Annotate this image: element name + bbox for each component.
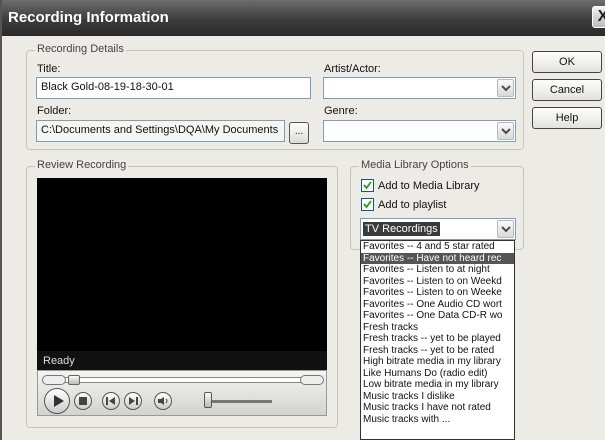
play-icon: [54, 395, 64, 407]
mute-button[interactable]: [154, 392, 172, 410]
previous-button[interactable]: [102, 392, 120, 410]
add-to-playlist-label[interactable]: Add to playlist: [378, 199, 446, 211]
playlist-dropdown-list[interactable]: Favorites -- 4 and 5 star rated Favorites…: [360, 240, 515, 440]
playlist-option[interactable]: Music tracks with ...: [361, 414, 514, 426]
player-status-bar: [37, 351, 327, 370]
next-button[interactable]: [124, 392, 142, 410]
playlist-option[interactable]: High bitrate media in my library: [361, 356, 514, 368]
speaker-icon: [158, 397, 168, 405]
help-button[interactable]: Help: [532, 107, 602, 129]
add-to-playlist-checkbox[interactable]: [361, 198, 374, 211]
seek-bar[interactable]: [44, 377, 320, 383]
playlist-dropdown-arrow[interactable]: [497, 220, 514, 238]
playlist-option[interactable]: Favorites -- Listen to on Weeke: [361, 287, 514, 299]
recording-information-dialog: Recording Information X Recording Detail…: [0, 0, 605, 440]
folder-input[interactable]: C:\Documents and Settings\DQA\My Documen…: [36, 120, 285, 142]
playlist-option[interactable]: Fresh tracks -- yet to be rated: [361, 345, 514, 357]
seek-thumb[interactable]: [68, 375, 80, 385]
playlist-option[interactable]: Music tracks I have not rated: [361, 402, 514, 414]
playlist-option[interactable]: Music tracks I dislike: [361, 391, 514, 403]
window-title: Recording Information: [8, 9, 169, 26]
ok-button[interactable]: OK: [532, 51, 602, 73]
playlist-option[interactable]: Fresh tracks: [361, 322, 514, 334]
cancel-button[interactable]: Cancel: [532, 79, 602, 101]
previous-icon: [106, 397, 115, 405]
title-input[interactable]: Black Gold-08-19-18-30-01: [36, 77, 311, 99]
checkmark-icon: [363, 200, 372, 209]
close-button[interactable]: X: [592, 6, 605, 28]
genre-combo[interactable]: [323, 120, 516, 142]
player-controls: [37, 370, 327, 416]
volume-thumb[interactable]: [204, 392, 212, 408]
playlist-option[interactable]: Favorites -- Listen to at night: [361, 264, 514, 276]
add-to-media-library-checkbox[interactable]: [361, 179, 374, 192]
chevron-down-icon: [501, 85, 511, 92]
playlist-option[interactable]: Favorites -- Have not heard rec: [361, 252, 514, 264]
play-button[interactable]: [44, 388, 70, 414]
playlist-option[interactable]: Favorites -- Listen to on Weekd: [361, 276, 514, 288]
artist-dropdown-arrow[interactable]: [497, 79, 514, 97]
playlist-option[interactable]: Favorites -- 4 and 5 star rated: [361, 241, 514, 253]
playlist-selected-value: TV Recordings: [363, 222, 440, 236]
add-to-media-library-label[interactable]: Add to Media Library: [378, 180, 480, 192]
playlist-option[interactable]: Favorites -- One Audio CD wort: [361, 299, 514, 311]
playlist-option[interactable]: Favorites -- One Data CD-R wo: [361, 310, 514, 322]
title-bar[interactable]: Recording Information X: [2, 0, 605, 36]
artist-label: Artist/Actor:: [324, 63, 381, 75]
playlist-combo[interactable]: TV Recordings: [360, 218, 516, 240]
stop-icon: [79, 397, 87, 405]
genre-dropdown-arrow[interactable]: [497, 122, 514, 140]
checkmark-icon: [363, 181, 372, 190]
folder-label: Folder:: [37, 105, 72, 117]
browse-folder-button[interactable]: ...: [289, 122, 309, 144]
chevron-down-icon: [501, 226, 511, 233]
media-library-options-label: Media Library Options: [359, 159, 471, 171]
seek-left-cap: [42, 375, 66, 385]
genre-label: Genre:: [324, 105, 358, 117]
video-preview[interactable]: [37, 178, 327, 370]
next-icon: [129, 397, 138, 405]
recording-details-label: Recording Details: [35, 43, 126, 55]
seek-right-cap: [300, 375, 324, 385]
playlist-option[interactable]: Low bitrate media in my library: [361, 379, 514, 391]
review-recording-label: Review Recording: [35, 159, 129, 171]
artist-combo[interactable]: [323, 77, 516, 99]
title-label: Title:: [37, 63, 61, 75]
playlist-option[interactable]: Fresh tracks -- yet to be played: [361, 333, 514, 345]
volume-track[interactable]: [212, 400, 272, 403]
stop-button[interactable]: [74, 392, 92, 410]
playlist-option[interactable]: Like Humans Do (radio edit): [361, 368, 514, 380]
player-status-text: Ready: [43, 355, 75, 367]
chevron-down-icon: [501, 128, 511, 135]
